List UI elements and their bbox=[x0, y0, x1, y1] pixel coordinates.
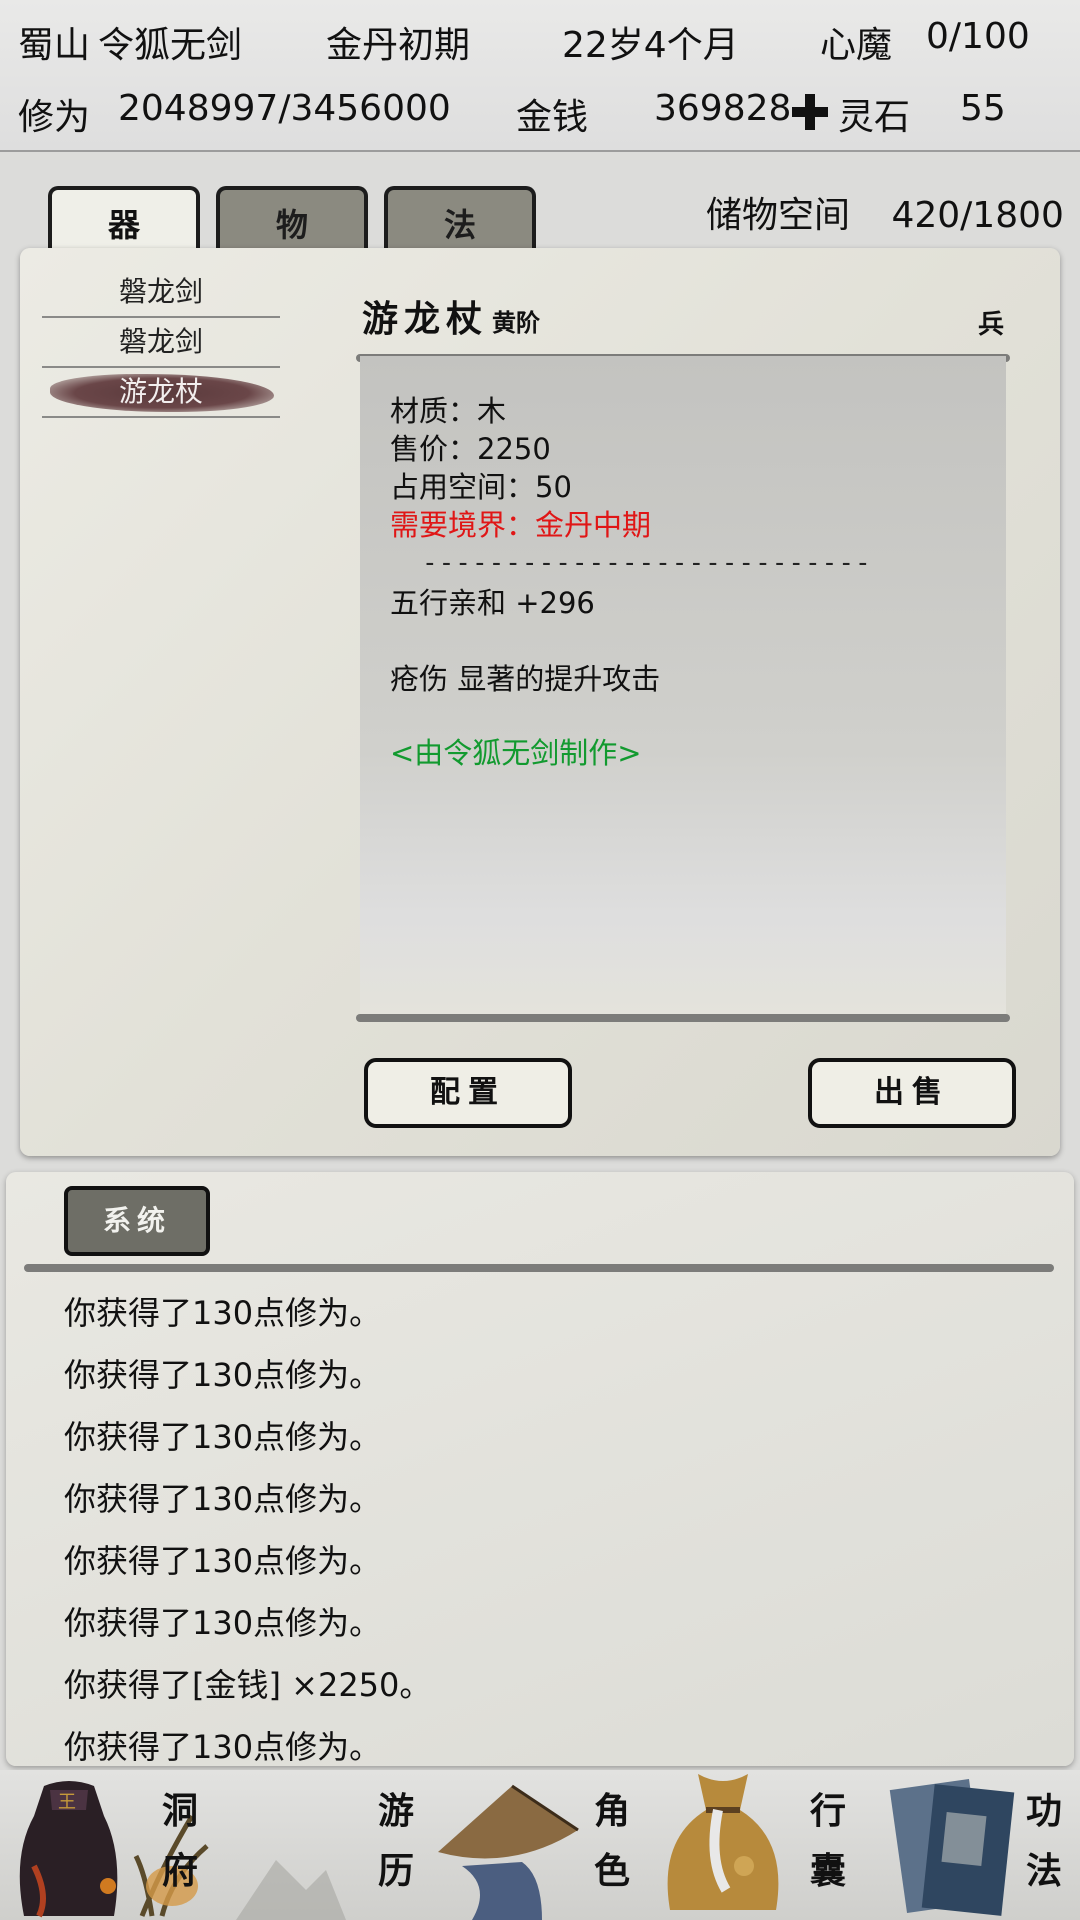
item-price: 售价：2250 bbox=[390, 432, 551, 466]
log-line: 你获得了130点修为。 bbox=[64, 1480, 382, 1518]
log-line: 你获得了130点修为。 bbox=[64, 1728, 382, 1766]
storage-capacity: 储物空间 420/1800 bbox=[706, 186, 1064, 238]
log-line: 你获得了130点修为。 bbox=[64, 1356, 382, 1394]
storage-label: 储物空间 bbox=[706, 195, 851, 236]
nav-label: 行 bbox=[809, 1790, 846, 1832]
nav-label: 色 bbox=[593, 1850, 630, 1892]
nav-cave-dwelling[interactable]: 王 洞 府 bbox=[0, 1770, 216, 1920]
nav-techniques[interactable]: 功 法 bbox=[864, 1770, 1080, 1920]
log-line: 你获得了130点修为。 bbox=[64, 1542, 382, 1580]
message-log: 系统 你获得了130点修为。 你获得了130点修为。 你获得了130点修为。 你… bbox=[6, 1172, 1074, 1766]
log-line: 你获得了130点修为。 bbox=[64, 1418, 382, 1456]
nav-travel[interactable]: 游 历 bbox=[216, 1770, 432, 1920]
item-affinity: 五行亲和 +296 bbox=[390, 586, 595, 620]
straw-hat-icon bbox=[438, 1784, 579, 1920]
nav-label: 囊 bbox=[809, 1850, 846, 1892]
item-material: 材质：木 bbox=[390, 394, 507, 428]
item-list-entry[interactable]: 磐龙剑 bbox=[42, 318, 280, 368]
money-value: 369828 bbox=[654, 88, 792, 129]
sell-button[interactable]: 出售 bbox=[808, 1058, 1016, 1128]
item-effect: 疮伤 显著的提升攻击 bbox=[390, 662, 661, 696]
book-stack-icon bbox=[889, 1779, 1015, 1916]
divider-line: --------------------------- bbox=[422, 548, 872, 578]
tab-equipment[interactable]: 器 bbox=[48, 186, 200, 254]
spirit-stone-value: 55 bbox=[960, 88, 1006, 129]
log-divider bbox=[24, 1264, 1054, 1272]
bottom-navigation: 王 洞 府 游 历 角 色 行 囊 功 法 bbox=[0, 1770, 1080, 1920]
svg-text:王: 王 bbox=[58, 1792, 76, 1813]
item-list-label: 游龙杖 bbox=[118, 375, 203, 408]
item-crafter: <由令狐无剑制作> bbox=[390, 736, 642, 770]
item-grade: 黄阶 bbox=[492, 308, 541, 337]
realm-label: 金丹初期 bbox=[326, 25, 471, 66]
character-name: 令狐无剑 bbox=[98, 25, 243, 66]
nav-character[interactable]: 角 色 bbox=[432, 1770, 648, 1920]
item-list-entry[interactable]: 磐龙剑 bbox=[42, 268, 280, 318]
dwelling-banner-icon: 王 bbox=[19, 1781, 118, 1918]
nav-label: 法 bbox=[1025, 1850, 1062, 1892]
demon-label: 心魔 bbox=[820, 25, 893, 66]
mountain-icon bbox=[236, 1860, 346, 1920]
nav-label: 府 bbox=[161, 1850, 198, 1892]
log-line: 你获得了130点修为。 bbox=[64, 1604, 382, 1642]
storage-value: 420/1800 bbox=[891, 195, 1064, 236]
tab-techniques[interactable]: 法 bbox=[384, 186, 536, 254]
equip-button[interactable]: 配置 bbox=[364, 1058, 572, 1128]
age-label: 22岁4个月 bbox=[562, 25, 739, 66]
spirit-stone-label: 灵石 bbox=[838, 97, 911, 138]
item-list-entry-selected[interactable]: 游龙杖 bbox=[42, 368, 280, 418]
nav-label: 角 bbox=[593, 1790, 630, 1832]
status-header: 蜀山 令狐无剑 金丹初期 22岁4个月 心魔 0/100 修为 2048997/… bbox=[0, 0, 1080, 152]
item-name: 游龙杖 bbox=[362, 298, 489, 340]
cultivation-label: 修为 bbox=[18, 97, 91, 138]
nav-label: 洞 bbox=[161, 1790, 198, 1832]
spirit-cross-icon bbox=[792, 94, 828, 130]
nav-label: 游 bbox=[377, 1790, 414, 1832]
item-type: 兵 bbox=[977, 310, 1004, 340]
item-requirement: 需要境界：金丹中期 bbox=[390, 508, 652, 542]
item-panel: 磐龙剑 磐龙剑 游龙杖 游龙杖 黄阶 兵 材质：木 售价：2250 占用空间：50… bbox=[20, 248, 1060, 1156]
nav-label: 历 bbox=[377, 1850, 414, 1892]
log-line: 你获得了130点修为。 bbox=[64, 1294, 382, 1332]
tab-system[interactable]: 系统 bbox=[64, 1186, 210, 1256]
tab-items[interactable]: 物 bbox=[216, 186, 368, 254]
money-pouch-icon bbox=[667, 1774, 779, 1910]
cultivation-value: 2048997/3456000 bbox=[118, 88, 451, 129]
scroll-rod-bottom bbox=[356, 1014, 1010, 1022]
item-space: 占用空间：50 bbox=[390, 470, 572, 504]
sect-name: 蜀山 bbox=[18, 25, 91, 66]
item-title: 游龙杖 黄阶 bbox=[362, 290, 540, 342]
nav-inventory[interactable]: 行 囊 bbox=[648, 1770, 864, 1920]
item-list-label: 磐龙剑 bbox=[118, 325, 203, 358]
money-label: 金钱 bbox=[516, 97, 589, 138]
nav-label: 功 bbox=[1025, 1790, 1062, 1832]
demon-value: 0/100 bbox=[926, 16, 1030, 57]
item-list-label: 磐龙剑 bbox=[118, 275, 203, 308]
log-line: 你获得了[金钱] ×2250。 bbox=[64, 1666, 432, 1704]
